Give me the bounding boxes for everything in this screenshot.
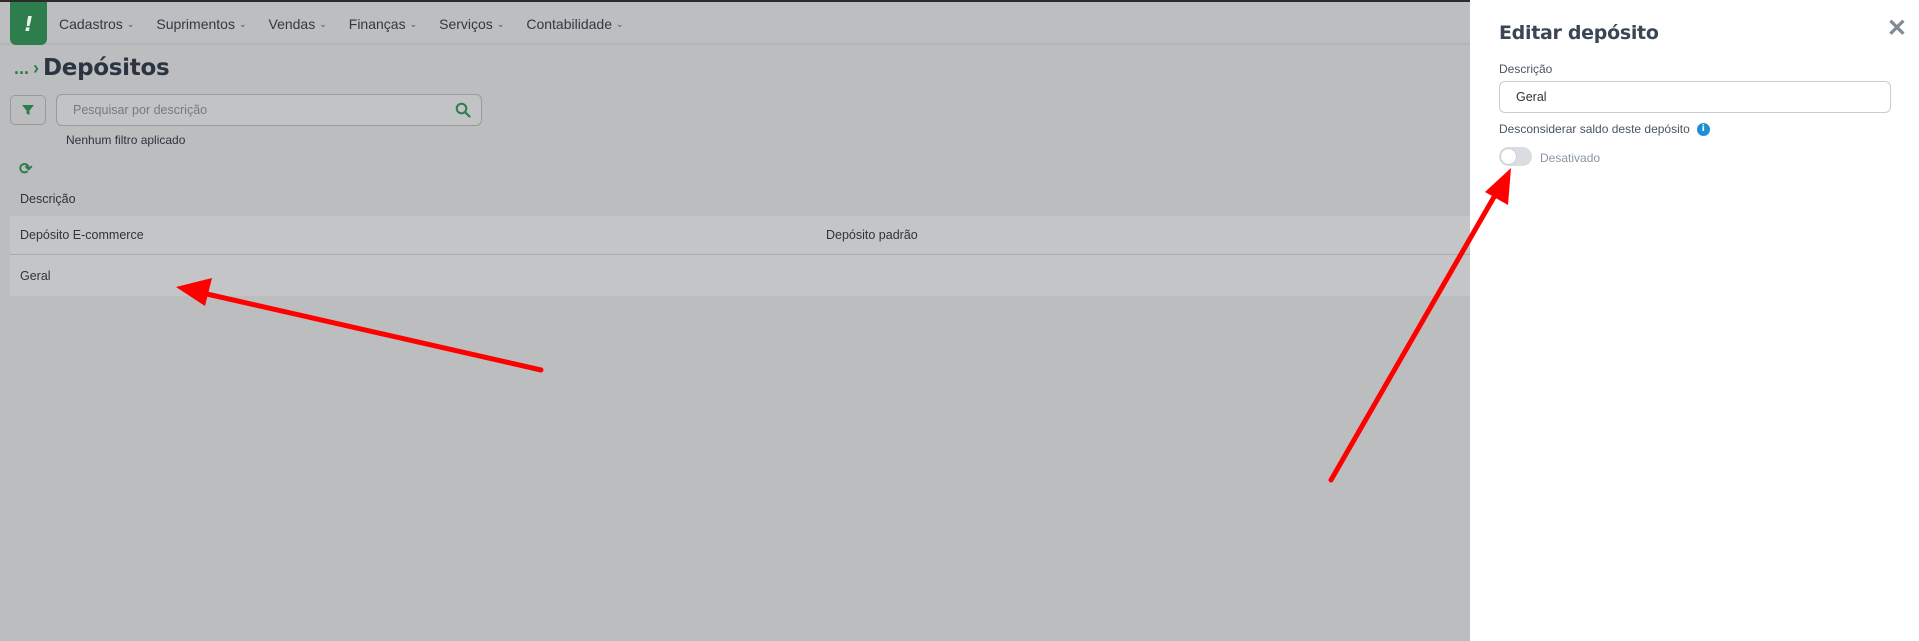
chevron-down-icon: ⌄ <box>409 19 418 29</box>
toggle-state-text: Desativado <box>1540 151 1601 165</box>
refresh-icon[interactable]: ⟳ <box>19 159 32 179</box>
cell-descricao: Geral <box>20 268 51 283</box>
chevron-down-icon: ⌄ <box>496 19 505 29</box>
table-row[interactable]: Geral <box>10 255 1470 296</box>
filters-status-text: Nenhum filtro aplicado <box>66 133 186 147</box>
chevron-down-icon: ⌄ <box>615 19 624 29</box>
app-logo[interactable]: ! <box>10 2 47 45</box>
menu-contabilidade[interactable]: Contabilidade ⌄ <box>526 16 623 32</box>
filter-button[interactable] <box>10 95 46 125</box>
column-filter-label: Descrição <box>20 192 76 206</box>
menu-servicos[interactable]: Serviços ⌄ <box>439 16 504 32</box>
page-title: Depósitos <box>43 55 170 81</box>
search-icon[interactable] <box>455 102 471 118</box>
chevron-down-icon: ⌄ <box>126 19 135 29</box>
header-deposito-padrao[interactable]: Depósito padrão <box>826 228 918 242</box>
filter-icon <box>22 105 34 115</box>
main-menu: Cadastros ⌄ Suprimentos ⌄ Vendas ⌄ Finanças… <box>59 2 624 45</box>
menu-suprimentos[interactable]: Suprimentos ⌄ <box>156 16 246 32</box>
search-box <box>56 94 482 126</box>
breadcrumb: ... › Depósitos <box>14 55 170 81</box>
exclude-balance-toggle[interactable] <box>1499 147 1532 166</box>
menu-cadastros[interactable]: Cadastros ⌄ <box>59 16 134 32</box>
close-icon[interactable]: ✕ <box>1887 14 1907 43</box>
description-label: Descrição <box>1499 62 1553 76</box>
chevron-down-icon: ⌄ <box>238 19 247 29</box>
chevron-down-icon: ⌄ <box>319 19 327 29</box>
toggle-knob <box>1501 149 1516 164</box>
edit-deposit-panel: Editar depósito ✕ Descrição Desconsidera… <box>1470 0 1919 641</box>
search-input[interactable] <box>73 103 443 117</box>
menu-vendas[interactable]: Vendas ⌄ <box>269 16 327 32</box>
menu-financas[interactable]: Finanças ⌄ <box>349 16 417 32</box>
info-icon[interactable]: i <box>1696 122 1710 136</box>
panel-title: Editar depósito <box>1499 22 1659 44</box>
breadcrumb-ellipsis[interactable]: ... <box>14 58 29 79</box>
header-deposito-ecommerce[interactable]: Depósito E-commerce <box>20 228 144 242</box>
chevron-right-icon: › <box>33 57 40 78</box>
table-header: Depósito E-commerce Depósito padrão <box>10 216 1470 255</box>
deposits-table: Depósito E-commerce Depósito padrão Gera… <box>10 216 1470 296</box>
description-field[interactable] <box>1499 81 1891 113</box>
exclude-balance-label: Desconsiderar saldo deste depósito i <box>1499 122 1710 136</box>
